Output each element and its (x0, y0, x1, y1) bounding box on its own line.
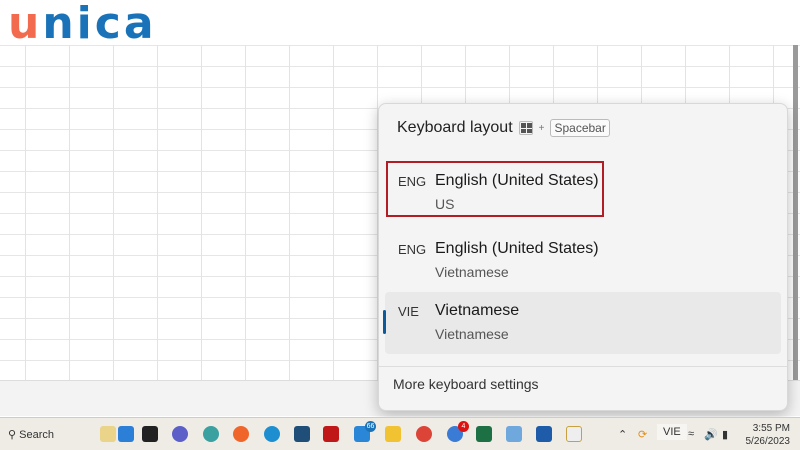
teams-icon[interactable] (172, 426, 188, 442)
show-hidden-icons-chevron-icon[interactable]: ⌃ (618, 428, 627, 441)
zalo-icon[interactable]: 4 (447, 421, 469, 442)
remote-desktop-icon[interactable] (506, 426, 522, 442)
clock[interactable]: 3:55 PM 5/26/2023 (746, 422, 791, 448)
excel-icon[interactable] (476, 426, 492, 442)
widget-icon[interactable] (100, 426, 116, 442)
photos-icon[interactable] (536, 426, 552, 442)
snipping-tool-icon[interactable] (566, 426, 582, 442)
logo-rest: nica (42, 0, 157, 49)
date: 5/26/2023 (745, 436, 791, 447)
layout-code: ENG (398, 242, 427, 257)
task-view-icon[interactable] (142, 426, 158, 442)
layout-name: English (United States) (435, 240, 599, 257)
layout-sub: Vietnamese (435, 264, 509, 280)
app-icon[interactable] (118, 426, 134, 442)
wifi-icon[interactable]: ≈ (688, 428, 694, 440)
battery-icon[interactable]: ▮ (722, 428, 728, 441)
store-icon[interactable] (294, 426, 310, 442)
highlight-box (386, 161, 604, 217)
layout-code: VIE (398, 304, 419, 319)
flyout-header: Keyboard layout + Spacebar (397, 119, 610, 137)
time: 3:55 PM (752, 423, 790, 434)
sync-icon[interactable]: ⟳ (638, 428, 647, 441)
keyboard-layout-flyout: Keyboard layout + Spacebar ENG English (… (378, 103, 788, 411)
layout-sub: Vietnamese (435, 326, 509, 342)
layout-item-vie-selected[interactable]: VIE Vietnamese Vietnamese (383, 292, 781, 354)
mail-badge: 66 (365, 421, 376, 432)
mcafee-icon[interactable] (323, 426, 339, 442)
unica-logo: unica (8, 0, 157, 49)
chat-badge: 4 (458, 421, 469, 432)
volume-icon[interactable]: 🔊 (704, 428, 718, 441)
windows-key-icon (518, 121, 533, 135)
divider (379, 366, 787, 367)
vertical-scrollbar[interactable] (793, 45, 798, 385)
chrome-icon[interactable] (416, 426, 432, 442)
flyout-title: Keyboard layout (397, 119, 513, 136)
file-explorer-icon[interactable] (385, 426, 401, 442)
more-keyboard-settings-link[interactable]: More keyboard settings (393, 376, 539, 392)
input-language-indicator[interactable]: VIE (657, 424, 687, 440)
spacebar-key: Spacebar (550, 119, 610, 137)
plus-sign: + (538, 122, 545, 134)
layout-item-eng-vietnamese[interactable]: ENG English (United States) Vietnamese (385, 230, 781, 292)
taskbar: ⚲ Search 66 4 ⌃ ⟳ VIE ≈ 🔊 ▮ 3:55 PM 5/26/… (0, 417, 800, 450)
maps-icon[interactable] (203, 426, 219, 442)
search-label: Search (19, 429, 54, 441)
mail-icon[interactable]: 66 (354, 421, 376, 442)
logo-u: u (8, 0, 43, 49)
firefox-icon[interactable] (233, 426, 249, 442)
layout-name: Vietnamese (435, 302, 520, 319)
edge-icon[interactable] (264, 426, 280, 442)
selected-indicator (383, 310, 386, 334)
